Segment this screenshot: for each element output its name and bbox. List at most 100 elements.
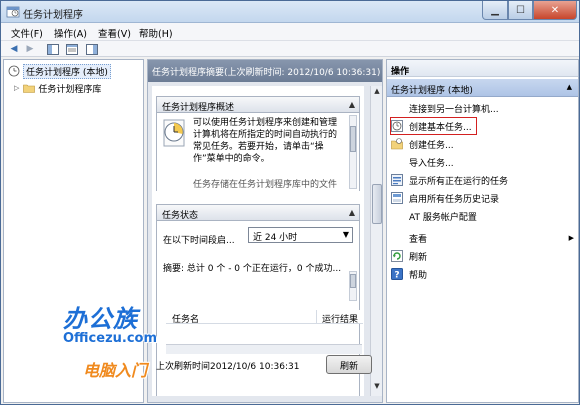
action-label: AT 服务帐户配置 bbox=[409, 212, 477, 223]
action-show-running[interactable]: 显示所有正在运行的任务 bbox=[391, 172, 508, 188]
overview-body: 可以使用任务计划程序来创建和管理计算机将在所指定的时间自动执行的常见任务。若要开… bbox=[156, 113, 360, 191]
action-import-task[interactable]: 导入任务... bbox=[391, 154, 454, 170]
menu-file[interactable]: 文件(F) bbox=[11, 26, 43, 40]
status-title: 任务状态 bbox=[162, 211, 199, 221]
task-folder-icon bbox=[391, 138, 403, 150]
action-pane-button[interactable] bbox=[85, 43, 99, 55]
status-scroll-thumb[interactable] bbox=[350, 274, 356, 288]
action-label: 连接到另一台计算机... bbox=[409, 104, 499, 115]
scroll-up-icon[interactable]: ▲ bbox=[372, 87, 382, 98]
maximize-button[interactable]: ☐ bbox=[508, 1, 533, 20]
minimize-icon: ▁ bbox=[491, 4, 499, 16]
show-tree-button[interactable] bbox=[46, 43, 60, 55]
action-connect[interactable]: 连接到另一台计算机... bbox=[391, 100, 499, 116]
menu-action[interactable]: 操作(A) bbox=[54, 26, 87, 40]
task-scheduler-app-icon bbox=[6, 6, 20, 18]
action-help[interactable]: ? 帮助 bbox=[391, 266, 427, 282]
watermark-brand: 办公族 bbox=[63, 305, 138, 333]
status-scrollbar[interactable] bbox=[349, 271, 357, 301]
actions-section-header[interactable]: 任务计划程序 (本地) ▲ bbox=[387, 79, 578, 97]
summary-scrollbar[interactable]: ▲ ▼ bbox=[370, 86, 382, 396]
overview-scrollbar[interactable] bbox=[349, 115, 357, 189]
action-label: 显示所有正在运行的任务 bbox=[409, 176, 509, 187]
column-run-result[interactable]: 运行结果 bbox=[322, 312, 358, 325]
overview-title: 任务计划程序概述 bbox=[162, 103, 235, 113]
tree-item-root[interactable]: 任务计划程序 (本地) bbox=[8, 63, 111, 79]
last-refresh-text: 上次刷新时间2012/10/6 10:36:31 bbox=[156, 362, 300, 372]
back-arrow-icon: ◀ bbox=[10, 44, 18, 54]
maximize-icon: ☐ bbox=[516, 4, 525, 16]
action-label: 刷新 bbox=[409, 252, 428, 263]
help-icon: ? bbox=[391, 268, 403, 280]
actions-header: 操作 bbox=[387, 60, 578, 77]
minimize-button[interactable]: ▁ bbox=[482, 1, 508, 20]
clock-task-icon bbox=[391, 120, 403, 132]
task-list-hscroll[interactable] bbox=[166, 344, 362, 354]
title-bar[interactable]: 任务计划程序 ▁ ☐ ✕ bbox=[1, 1, 579, 23]
action-create-basic-task[interactable]: 创建基本任务... bbox=[390, 117, 477, 135]
toolbar: ◀ ▶ bbox=[1, 41, 579, 57]
overview-text: 可以使用任务计划程序来创建和管理计算机将在所指定的时间自动执行的常见任务。若要开… bbox=[193, 118, 338, 164]
column-divider[interactable] bbox=[316, 310, 317, 323]
action-create-task[interactable]: 创建任务... bbox=[391, 136, 454, 152]
tree-root-label: 任务计划程序 (本地) bbox=[23, 63, 111, 79]
summary-text: 摘要: 总计 0 个 - 0 个正在运行，0 个成功... bbox=[163, 264, 342, 274]
svg-text:?: ? bbox=[394, 271, 399, 281]
close-icon: ✕ bbox=[550, 4, 560, 16]
folder-icon bbox=[23, 84, 36, 93]
period-select[interactable]: 近 24 小时 ▼ bbox=[248, 227, 353, 243]
refresh-icon bbox=[391, 250, 403, 262]
tree-item-library[interactable]: ▷ 任务计划程序库 bbox=[14, 81, 101, 95]
back-button[interactable]: ◀ bbox=[7, 43, 21, 55]
collapse-icon[interactable]: ▲ bbox=[567, 83, 572, 91]
close-button[interactable]: ✕ bbox=[533, 1, 577, 20]
overview-text-more: 任务存储在任务计划程序库中的文件 bbox=[193, 180, 338, 189]
history-icon bbox=[391, 192, 403, 204]
window-title: 任务计划程序 bbox=[23, 10, 83, 21]
action-at-service[interactable]: AT 服务帐户配置 bbox=[391, 208, 477, 224]
collapse-icon[interactable]: ▲ bbox=[349, 100, 355, 109]
action-label: 帮助 bbox=[409, 270, 428, 281]
task-scheduler-window: 任务计划程序 ▁ ☐ ✕ 文件(F) 操作(A) 查看(V) 帮助(H) ◀ ▶ bbox=[0, 0, 580, 405]
status-section-header[interactable]: 任务状态 ▲ bbox=[156, 204, 360, 221]
action-refresh[interactable]: 刷新 bbox=[391, 248, 427, 264]
scroll-down-icon[interactable]: ▼ bbox=[372, 382, 382, 393]
view-pane-icon bbox=[66, 43, 78, 55]
watermark-domain: Officezu.com bbox=[63, 331, 158, 346]
action-label: 导入任务... bbox=[409, 158, 454, 169]
refresh-button[interactable]: 刷新 bbox=[326, 355, 372, 374]
dropdown-arrow-icon: ▼ bbox=[342, 230, 349, 239]
submenu-arrow-icon: ▶ bbox=[568, 234, 574, 242]
collapse-icon[interactable]: ▲ bbox=[349, 208, 355, 217]
watermark-slogan: 电脑入门 bbox=[83, 361, 148, 380]
action-label: 创建基本任务... bbox=[409, 122, 472, 133]
period-label: 在以下时间段启... bbox=[163, 236, 235, 246]
overview-section-header[interactable]: 任务计划程序概述 ▲ bbox=[156, 96, 360, 113]
column-task-name[interactable]: 任务名 bbox=[172, 312, 199, 325]
officezu-watermark-logo: 办公族 Officezu.com 电脑入门 bbox=[63, 299, 163, 399]
task-scheduler-clock-icon bbox=[163, 119, 185, 147]
summary-scroll-thumb[interactable] bbox=[372, 184, 382, 224]
action-label: 创建任务... bbox=[409, 140, 454, 151]
overview-scroll-thumb[interactable] bbox=[350, 126, 356, 152]
forward-arrow-icon: ▶ bbox=[26, 44, 34, 54]
task-list-header: 任务名 运行结果 bbox=[166, 310, 363, 325]
view-button[interactable] bbox=[65, 43, 79, 55]
clock-icon bbox=[8, 65, 20, 77]
menu-view[interactable]: 查看(V) bbox=[98, 26, 131, 40]
action-enable-history[interactable]: 启用所有任务历史记录 bbox=[391, 190, 499, 206]
actions-pane: 操作 任务计划程序 (本地) ▲ 连接到另一台计算机... 创建基本任务... … bbox=[386, 59, 579, 403]
tree-library-label: 任务计划程序库 bbox=[38, 84, 102, 95]
expand-icon[interactable]: ▷ bbox=[14, 84, 19, 92]
running-tasks-icon bbox=[391, 174, 403, 186]
console-tree-icon bbox=[47, 43, 59, 55]
action-view[interactable]: 查看 ▶ bbox=[391, 230, 576, 246]
action-label: 启用所有任务历史记录 bbox=[409, 194, 500, 205]
menu-bar: 文件(F) 操作(A) 查看(V) 帮助(H) bbox=[1, 23, 579, 41]
summary-header: 任务计划程序摘要(上次刷新时间: 2012/10/6 10:36:31) bbox=[148, 60, 382, 82]
action-label: 查看 bbox=[409, 234, 428, 245]
action-pane-icon bbox=[86, 43, 98, 55]
actions-section-title: 任务计划程序 (本地) bbox=[391, 86, 473, 96]
forward-button[interactable]: ▶ bbox=[23, 43, 37, 55]
menu-help[interactable]: 帮助(H) bbox=[139, 26, 173, 40]
